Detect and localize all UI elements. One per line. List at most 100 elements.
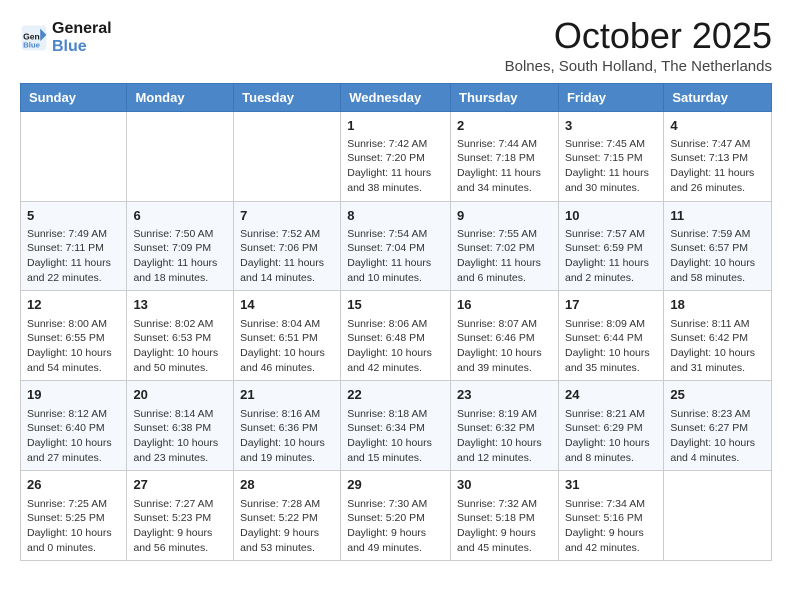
subtitle: Bolnes, South Holland, The Netherlands xyxy=(505,58,772,75)
calendar-header-tuesday: Tuesday xyxy=(234,83,341,111)
day-number: 6 xyxy=(133,207,227,225)
calendar-week-row: 12Sunrise: 8:00 AM Sunset: 6:55 PM Dayli… xyxy=(21,291,772,381)
calendar-cell: 9 Sunrise: 7:55 AM Sunset: 7:02 PM Daylig… xyxy=(451,201,559,291)
day-info: Sunrise: 8:11 AM Sunset: 6:42 PM Dayligh… xyxy=(670,317,765,376)
day-info: Sunrise: 7:55 AM Sunset: 7:02 PM Dayligh… xyxy=(457,227,552,286)
calendar-cell: 22Sunrise: 8:18 AM Sunset: 6:34 PM Dayli… xyxy=(341,381,451,471)
calendar-cell: 16 Sunrise: 8:07 AM Sunset: 6:46 PM Dayli… xyxy=(451,291,559,381)
day-info: Sunrise: 7:49 AM Sunset: 7:11 PM Dayligh… xyxy=(27,227,120,286)
day-number: 16 xyxy=(457,296,552,314)
day-number: 23 xyxy=(457,386,552,404)
day-number: 11 xyxy=(670,207,765,225)
day-number: 30 xyxy=(457,476,552,494)
day-info: Sunrise: 7:34 AM Sunset: 5:16 PM Dayligh… xyxy=(565,497,657,556)
calendar-header-saturday: Saturday xyxy=(664,83,772,111)
calendar-week-row: 5Sunrise: 7:49 AM Sunset: 7:11 PM Daylig… xyxy=(21,201,772,291)
calendar-cell: 25 Sunrise: 8:23 AM Sunset: 6:27 PM Dayli… xyxy=(664,381,772,471)
day-number: 4 xyxy=(670,117,765,135)
calendar-header-friday: Friday xyxy=(558,83,663,111)
day-info: Sunrise: 8:02 AM Sunset: 6:53 PM Dayligh… xyxy=(133,317,227,376)
day-info: Sunrise: 8:19 AM Sunset: 6:32 PM Dayligh… xyxy=(457,407,552,466)
day-number: 15 xyxy=(347,296,444,314)
calendar-cell: 14 Sunrise: 8:04 AM Sunset: 6:51 PM Dayli… xyxy=(234,291,341,381)
day-number: 17 xyxy=(565,296,657,314)
day-number: 20 xyxy=(133,386,227,404)
day-info: Sunrise: 8:00 AM Sunset: 6:55 PM Dayligh… xyxy=(27,317,120,376)
calendar-cell: 10Sunrise: 7:57 AM Sunset: 6:59 PM Dayli… xyxy=(558,201,663,291)
day-number: 9 xyxy=(457,207,552,225)
day-number: 7 xyxy=(240,207,334,225)
day-number: 26 xyxy=(27,476,120,494)
day-info: Sunrise: 7:54 AM Sunset: 7:04 PM Dayligh… xyxy=(347,227,444,286)
svg-text:Blue: Blue xyxy=(23,40,41,49)
day-info: Sunrise: 8:18 AM Sunset: 6:34 PM Dayligh… xyxy=(347,407,444,466)
day-info: Sunrise: 8:23 AM Sunset: 6:27 PM Dayligh… xyxy=(670,407,765,466)
day-number: 13 xyxy=(133,296,227,314)
day-info: Sunrise: 8:14 AM Sunset: 6:38 PM Dayligh… xyxy=(133,407,227,466)
day-number: 18 xyxy=(670,296,765,314)
calendar-cell: 8Sunrise: 7:54 AM Sunset: 7:04 PM Daylig… xyxy=(341,201,451,291)
day-info: Sunrise: 7:28 AM Sunset: 5:22 PM Dayligh… xyxy=(240,497,334,556)
day-number: 3 xyxy=(565,117,657,135)
calendar-cell: 26 Sunrise: 7:25 AM Sunset: 5:25 PM Dayli… xyxy=(21,471,127,561)
calendar-cell: 21Sunrise: 8:16 AM Sunset: 6:36 PM Dayli… xyxy=(234,381,341,471)
day-info: Sunrise: 8:07 AM Sunset: 6:46 PM Dayligh… xyxy=(457,317,552,376)
day-info: Sunrise: 7:59 AM Sunset: 6:57 PM Dayligh… xyxy=(670,227,765,286)
calendar-cell: 13 Sunrise: 8:02 AM Sunset: 6:53 PM Dayli… xyxy=(127,291,234,381)
calendar-cell: 18 Sunrise: 8:11 AM Sunset: 6:42 PM Dayli… xyxy=(664,291,772,381)
day-info: Sunrise: 7:45 AM Sunset: 7:15 PM Dayligh… xyxy=(565,137,657,196)
calendar-cell: 5Sunrise: 7:49 AM Sunset: 7:11 PM Daylig… xyxy=(21,201,127,291)
calendar-cell xyxy=(664,471,772,561)
calendar-cell: 23 Sunrise: 8:19 AM Sunset: 6:32 PM Dayli… xyxy=(451,381,559,471)
day-info: Sunrise: 7:44 AM Sunset: 7:18 PM Dayligh… xyxy=(457,137,552,196)
calendar-cell: 11 Sunrise: 7:59 AM Sunset: 6:57 PM Dayli… xyxy=(664,201,772,291)
calendar-cell: 17 Sunrise: 8:09 AM Sunset: 6:44 PM Dayli… xyxy=(558,291,663,381)
main-title: October 2025 xyxy=(505,16,772,56)
calendar-cell: 3 Sunrise: 7:45 AM Sunset: 7:15 PM Daylig… xyxy=(558,111,663,201)
calendar-cell xyxy=(234,111,341,201)
day-number: 10 xyxy=(565,207,657,225)
logo: Gen Blue General Blue xyxy=(20,20,112,55)
calendar-cell: 31Sunrise: 7:34 AM Sunset: 5:16 PM Dayli… xyxy=(558,471,663,561)
day-number: 19 xyxy=(27,386,120,404)
calendar-cell: 29 Sunrise: 7:30 AM Sunset: 5:20 PM Dayli… xyxy=(341,471,451,561)
calendar-cell: 28 Sunrise: 7:28 AM Sunset: 5:22 PM Dayli… xyxy=(234,471,341,561)
calendar-cell xyxy=(127,111,234,201)
header: Gen Blue General Blue October 2025 Bolne… xyxy=(20,16,772,75)
logo-icon: Gen Blue xyxy=(20,24,48,52)
calendar-cell: 20 Sunrise: 8:14 AM Sunset: 6:38 PM Dayli… xyxy=(127,381,234,471)
day-number: 29 xyxy=(347,476,444,494)
page: Gen Blue General Blue October 2025 Bolne… xyxy=(0,0,792,577)
calendar-cell: 2 Sunrise: 7:44 AM Sunset: 7:18 PM Daylig… xyxy=(451,111,559,201)
calendar-cell: 1Sunrise: 7:42 AM Sunset: 7:20 PM Daylig… xyxy=(341,111,451,201)
day-info: Sunrise: 8:09 AM Sunset: 6:44 PM Dayligh… xyxy=(565,317,657,376)
day-number: 25 xyxy=(670,386,765,404)
calendar-cell: 30 Sunrise: 7:32 AM Sunset: 5:18 PM Dayli… xyxy=(451,471,559,561)
day-info: Sunrise: 8:21 AM Sunset: 6:29 PM Dayligh… xyxy=(565,407,657,466)
day-info: Sunrise: 8:16 AM Sunset: 6:36 PM Dayligh… xyxy=(240,407,334,466)
day-info: Sunrise: 7:30 AM Sunset: 5:20 PM Dayligh… xyxy=(347,497,444,556)
day-info: Sunrise: 7:27 AM Sunset: 5:23 PM Dayligh… xyxy=(133,497,227,556)
calendar-cell: 7Sunrise: 7:52 AM Sunset: 7:06 PM Daylig… xyxy=(234,201,341,291)
calendar-week-row: 19 Sunrise: 8:12 AM Sunset: 6:40 PM Dayli… xyxy=(21,381,772,471)
day-number: 28 xyxy=(240,476,334,494)
day-info: Sunrise: 7:32 AM Sunset: 5:18 PM Dayligh… xyxy=(457,497,552,556)
calendar-header-row: SundayMondayTuesdayWednesdayThursdayFrid… xyxy=(21,83,772,111)
calendar-header-sunday: Sunday xyxy=(21,83,127,111)
calendar-header-wednesday: Wednesday xyxy=(341,83,451,111)
calendar-cell: 27 Sunrise: 7:27 AM Sunset: 5:23 PM Dayli… xyxy=(127,471,234,561)
calendar-header-thursday: Thursday xyxy=(451,83,559,111)
day-info: Sunrise: 8:04 AM Sunset: 6:51 PM Dayligh… xyxy=(240,317,334,376)
day-info: Sunrise: 7:47 AM Sunset: 7:13 PM Dayligh… xyxy=(670,137,765,196)
day-number: 24 xyxy=(565,386,657,404)
day-info: Sunrise: 7:25 AM Sunset: 5:25 PM Dayligh… xyxy=(27,497,120,556)
day-info: Sunrise: 7:50 AM Sunset: 7:09 PM Dayligh… xyxy=(133,227,227,286)
day-info: Sunrise: 7:42 AM Sunset: 7:20 PM Dayligh… xyxy=(347,137,444,196)
logo-text: General Blue xyxy=(52,20,112,55)
calendar-cell: 24 Sunrise: 8:21 AM Sunset: 6:29 PM Dayli… xyxy=(558,381,663,471)
day-info: Sunrise: 8:06 AM Sunset: 6:48 PM Dayligh… xyxy=(347,317,444,376)
day-number: 2 xyxy=(457,117,552,135)
day-number: 14 xyxy=(240,296,334,314)
day-number: 27 xyxy=(133,476,227,494)
day-info: Sunrise: 8:12 AM Sunset: 6:40 PM Dayligh… xyxy=(27,407,120,466)
